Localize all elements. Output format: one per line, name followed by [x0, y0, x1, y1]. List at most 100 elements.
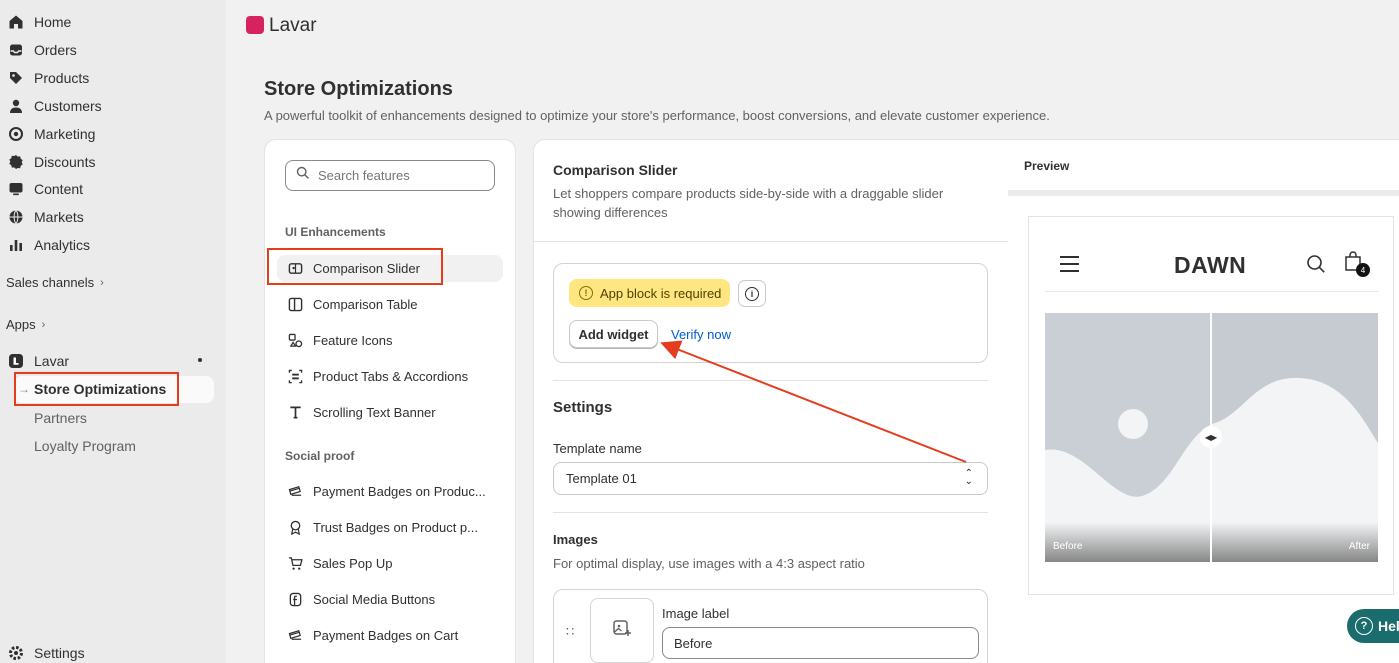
nav-markets[interactable]: Markets — [8, 204, 84, 230]
feature-label: Product Tabs & Accordions — [313, 368, 469, 384]
image-label-input[interactable] — [662, 627, 979, 659]
select-arrows-icon: ⌃ ⌄ — [964, 468, 973, 487]
nav-label: Discounts — [34, 154, 96, 170]
feature-label: Scrolling Text Banner — [313, 404, 436, 420]
monitor-icon — [8, 181, 24, 197]
nav-orders[interactable]: Orders — [8, 37, 77, 63]
feature-label: Comparison Table — [313, 296, 418, 312]
features-panel — [264, 139, 516, 663]
badge-label: App block is required — [600, 285, 722, 301]
feature-scrolling-text-banner[interactable]: Scrolling Text Banner — [287, 402, 497, 422]
search-icon — [296, 166, 310, 185]
nav-products[interactable]: Products — [8, 65, 89, 91]
drag-handle-icon[interactable]: ∷ — [566, 624, 574, 640]
cart-icon — [287, 555, 303, 571]
feature-label: Social Media Buttons — [313, 591, 436, 607]
page-subtitle: A powerful toolkit of enhancements desig… — [264, 108, 1050, 123]
inbox-icon — [8, 42, 24, 58]
nav-label: Products — [34, 70, 90, 86]
app-logo-icon — [246, 16, 264, 34]
nav-settings[interactable]: Settings — [8, 640, 85, 663]
feature-sales-pop-up[interactable]: Sales Pop Up — [287, 553, 497, 573]
app-block-card — [553, 263, 988, 363]
nav-loyalty-program[interactable]: Loyalty Program — [34, 438, 136, 454]
menu-icon — [1060, 256, 1079, 272]
nav-label: Settings — [34, 645, 85, 661]
target-icon — [8, 126, 24, 142]
nav-label: Markets — [34, 209, 84, 225]
add-widget-button[interactable]: Add widget — [569, 320, 658, 348]
preview-divider — [1008, 190, 1399, 196]
share-icon — [287, 591, 303, 607]
info-icon: i — [745, 286, 759, 301]
divider — [553, 512, 988, 513]
info-button[interactable]: i — [738, 280, 766, 307]
tag-icon — [8, 70, 24, 86]
feature-social-media-buttons[interactable]: Social Media Buttons — [287, 589, 497, 609]
home-icon — [8, 14, 24, 30]
annotation-box-comparison-slider — [267, 248, 443, 285]
feature-label: Payment Badges on Cart — [313, 627, 459, 643]
image-add-icon — [612, 618, 632, 643]
detail-description: Let shoppers compare products side-by-si… — [553, 186, 944, 220]
nav-label: Lavar — [34, 353, 70, 369]
person-icon — [8, 98, 24, 114]
slider-handle[interactable]: ◀▶ — [1200, 426, 1222, 448]
group-ui-enhancements: UI Enhancements — [285, 225, 386, 239]
image-upload-thumb[interactable] — [590, 598, 654, 663]
app-block-warning-badge: ! App block is required — [569, 279, 730, 307]
nav-customers[interactable]: Customers — [8, 93, 102, 119]
award-icon — [287, 519, 303, 535]
help-icon: ? — [1355, 617, 1373, 635]
bar-chart-icon — [8, 237, 24, 253]
template-select[interactable]: Template 01 ⌃ ⌄ — [553, 462, 988, 495]
help-button[interactable]: ? Hel — [1347, 609, 1399, 643]
feature-product-tabs[interactable]: Product Tabs & Accordions — [287, 366, 497, 386]
comparison-slider-preview[interactable]: Before After ◀▶ — [1045, 313, 1378, 562]
nav-partners[interactable]: Partners — [34, 410, 87, 426]
app-title: Lavar — [269, 15, 317, 36]
detail-title: Comparison Slider — [553, 162, 678, 178]
divider — [553, 380, 988, 381]
nav-label: Marketing — [34, 126, 96, 142]
images-hint: For optimal display, use images with a 4… — [553, 556, 865, 571]
nav-analytics[interactable]: Analytics — [8, 232, 90, 258]
preview-heading: Preview — [1024, 159, 1070, 173]
chevron-right-icon: › — [100, 276, 104, 289]
sales-channels-section[interactable]: Sales channels › — [6, 275, 104, 290]
feature-trust-badges[interactable]: Trust Badges on Product p... — [287, 517, 497, 537]
table-columns-icon — [287, 296, 303, 312]
gear-icon — [8, 645, 24, 661]
feature-feature-icons[interactable]: Feature Icons — [287, 330, 497, 350]
feature-payment-badges-cart[interactable]: Payment Badges on Cart — [287, 625, 497, 645]
search-input[interactable] — [318, 168, 478, 183]
nav-marketing[interactable]: Marketing — [8, 121, 95, 147]
lavar-app-icon — [8, 353, 24, 369]
payment-card-icon — [287, 627, 303, 643]
feature-label: Trust Badges on Product p... — [313, 519, 478, 535]
template-select-value: Template 01 — [566, 471, 637, 486]
tabs-icon — [287, 368, 303, 384]
globe-icon — [8, 209, 24, 225]
alert-icon: ! — [579, 286, 593, 300]
nav-app-lavar[interactable]: Lavar — [8, 348, 69, 374]
apps-section[interactable]: Apps › — [6, 317, 45, 332]
search-box[interactable] — [285, 160, 495, 191]
verify-now-link[interactable]: Verify now — [671, 327, 731, 342]
search-icon — [1306, 254, 1326, 279]
nav-label: Analytics — [34, 237, 91, 253]
after-label: After — [1348, 541, 1370, 552]
nav-label: Customers — [34, 98, 102, 114]
image-label-caption: Image label — [662, 606, 730, 621]
nav-discounts[interactable]: Discounts — [8, 149, 95, 175]
payment-card-icon — [287, 483, 303, 499]
shapes-icon — [287, 332, 303, 348]
nav-content[interactable]: Content — [8, 176, 83, 202]
store-logo: DAWN — [1174, 252, 1247, 278]
nav-label: Content — [34, 181, 84, 197]
text-icon — [287, 404, 303, 420]
feature-comparison-table[interactable]: Comparison Table — [287, 294, 497, 314]
pin-dot-icon — [198, 358, 202, 362]
nav-home[interactable]: Home — [8, 9, 71, 35]
feature-payment-badges-product[interactable]: Payment Badges on Produc... — [287, 481, 497, 501]
